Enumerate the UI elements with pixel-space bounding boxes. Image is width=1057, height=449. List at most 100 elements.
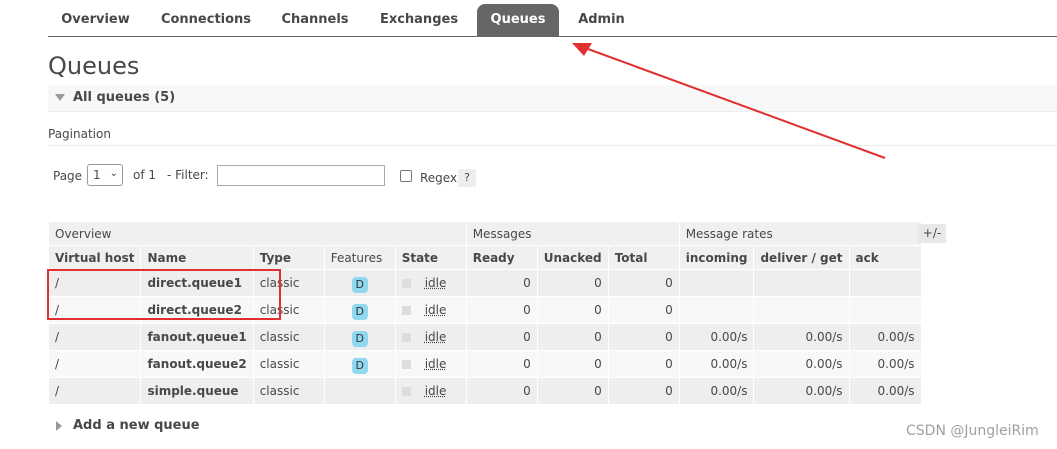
- state-indicator-icon: [401, 306, 411, 315]
- tab-overview[interactable]: Overview: [48, 4, 143, 36]
- col-unacked[interactable]: Unacked: [536, 245, 609, 270]
- state-idle: idle: [424, 303, 447, 317]
- tab-channels[interactable]: Channels: [268, 4, 362, 36]
- tab-queues[interactable]: Queues: [477, 4, 559, 36]
- total-cell: 0: [607, 323, 680, 351]
- ready-cell: 0: [465, 296, 538, 324]
- total-cell: 0: [607, 296, 680, 324]
- incoming-cell: [678, 269, 755, 297]
- help-button[interactable]: ?: [458, 169, 476, 187]
- arrow-head-icon: [572, 43, 592, 56]
- unacked-cell: 0: [536, 269, 609, 297]
- queue-name-link[interactable]: direct.queue2: [140, 296, 254, 324]
- pagination-title: Pagination: [48, 127, 111, 141]
- unacked-cell: 0: [536, 296, 609, 324]
- queue-name-link[interactable]: fanout.queue1: [140, 323, 254, 351]
- col-state[interactable]: State: [394, 245, 467, 270]
- deliver-cell: 0.00/s: [753, 377, 850, 405]
- deliver-cell: 0.00/s: [753, 323, 850, 351]
- deliver-cell: [753, 296, 850, 324]
- state-indicator-icon: [401, 387, 411, 396]
- incoming-cell: [678, 296, 755, 324]
- ack-cell: 0.00/s: [848, 350, 922, 378]
- durable-badge: D: [351, 303, 368, 320]
- page-select[interactable]: 1 ⌄: [87, 164, 123, 186]
- ack-cell: [848, 296, 922, 324]
- top-nav: Overview Connections Channels Exchanges …: [48, 4, 1057, 37]
- state-idle: idle: [424, 357, 447, 371]
- col-incoming[interactable]: incoming: [678, 245, 755, 270]
- table-row[interactable]: / direct.queue1 classic D idle 0 0 0: [47, 269, 922, 297]
- state-indicator-icon: [401, 360, 411, 369]
- filter-input[interactable]: [217, 165, 385, 186]
- deliver-cell: 0.00/s: [753, 350, 850, 378]
- col-features: Features: [323, 245, 396, 270]
- table-row[interactable]: / fanout.queue1 classic D idle 0 0 0 0.0…: [47, 323, 922, 351]
- regex-label: Regex: [420, 171, 458, 185]
- ready-cell: 0: [465, 377, 538, 405]
- vhost-cell: /: [47, 323, 142, 351]
- queues-table: Overview Messages Message rates Virtual …: [47, 221, 922, 405]
- add-queue-label: Add a new queue: [73, 418, 200, 433]
- tab-admin[interactable]: Admin: [565, 4, 638, 36]
- col-ack[interactable]: ack: [848, 245, 922, 270]
- col-name[interactable]: Name: [140, 245, 254, 270]
- state-idle: idle: [424, 384, 447, 398]
- type-cell: classic: [252, 296, 325, 324]
- tab-connections[interactable]: Connections: [149, 4, 263, 36]
- col-deliver-get[interactable]: deliver / get: [753, 245, 850, 270]
- total-cell: 0: [607, 350, 680, 378]
- group-messages: Messages: [465, 221, 680, 246]
- queue-name-link[interactable]: simple.queue: [140, 377, 254, 405]
- type-cell: classic: [252, 323, 325, 351]
- vhost-cell: /: [47, 350, 142, 378]
- vhost-cell: /: [47, 296, 142, 324]
- watermark: CSDN @JungleiRim: [906, 423, 1039, 439]
- ack-cell: 0.00/s: [848, 377, 922, 405]
- table-row[interactable]: / direct.queue2 classic D idle 0 0 0: [47, 296, 922, 324]
- unacked-cell: 0: [536, 350, 609, 378]
- group-overview: Overview: [48, 221, 467, 246]
- vhost-cell: /: [47, 269, 142, 297]
- features-cell: [323, 377, 396, 405]
- incoming-cell: 0.00/s: [678, 323, 755, 351]
- state-indicator-icon: [401, 279, 411, 288]
- type-cell: classic: [252, 377, 325, 405]
- col-total[interactable]: Total: [607, 245, 680, 270]
- col-ready[interactable]: Ready: [465, 245, 538, 270]
- deliver-cell: [753, 269, 850, 297]
- pagination-divider: [48, 145, 1057, 146]
- of-pages-label: of 1: [133, 168, 157, 182]
- queue-name-link[interactable]: fanout.queue2: [140, 350, 254, 378]
- state-idle: idle: [424, 276, 447, 290]
- table-row[interactable]: / fanout.queue2 classic D idle 0 0 0 0.0…: [47, 350, 922, 378]
- state-idle: idle: [424, 330, 447, 344]
- type-cell: classic: [252, 350, 325, 378]
- group-message-rates: Message rates: [678, 221, 922, 246]
- type-cell: classic: [252, 269, 325, 297]
- col-type[interactable]: Type: [252, 245, 325, 270]
- ready-cell: 0: [465, 350, 538, 378]
- ack-cell: [848, 269, 922, 297]
- collapse-triangle-icon: [55, 94, 65, 101]
- regex-checkbox[interactable]: [400, 170, 412, 182]
- all-queues-section-header[interactable]: All queues (5): [48, 85, 1057, 112]
- column-toggle-button[interactable]: +/-: [918, 224, 946, 243]
- col-virtual-host[interactable]: Virtual host: [47, 245, 142, 270]
- filter-label: - Filter:: [167, 168, 209, 182]
- all-queues-label: All queues (5): [73, 90, 176, 105]
- total-cell: 0: [607, 377, 680, 405]
- chevron-down-icon: ⌄: [109, 168, 118, 179]
- page-select-value: 1: [93, 168, 101, 182]
- incoming-cell: 0.00/s: [678, 350, 755, 378]
- ready-cell: 0: [465, 269, 538, 297]
- unacked-cell: 0: [536, 377, 609, 405]
- vhost-cell: /: [47, 377, 142, 405]
- queue-name-link[interactable]: direct.queue1: [140, 269, 254, 297]
- tab-exchanges[interactable]: Exchanges: [369, 4, 469, 36]
- ready-cell: 0: [465, 323, 538, 351]
- durable-badge: D: [351, 357, 368, 374]
- total-cell: 0: [607, 269, 680, 297]
- table-row[interactable]: / simple.queue classic idle 0 0 0 0.00/s…: [47, 377, 922, 405]
- unacked-cell: 0: [536, 323, 609, 351]
